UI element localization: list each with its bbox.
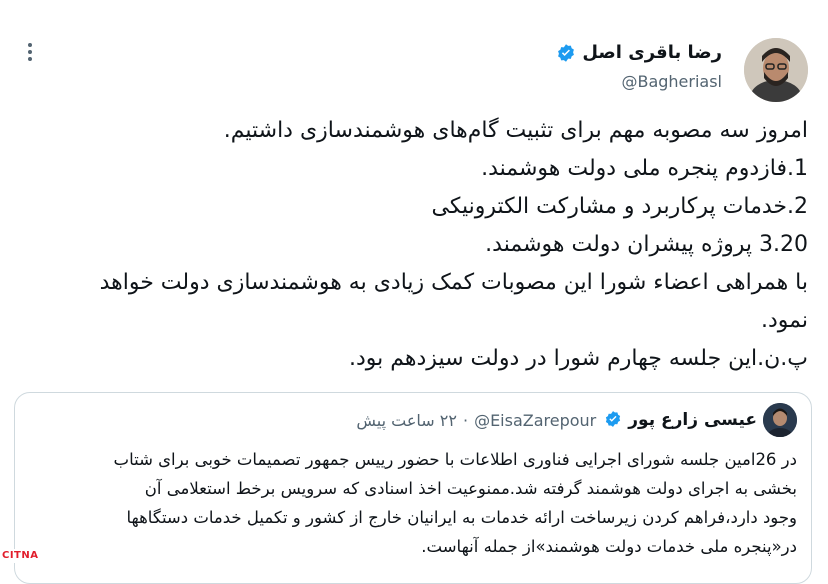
tweet-line: 1.فازدوم پنجره ملی دولت هوشمند. [481,156,808,181]
quoted-author-handle[interactable]: @EisaZarepour [474,411,596,430]
watermark-text: CITNA [2,550,39,561]
quoted-timestamp[interactable]: ۲۲ ساعت پیش [356,411,457,430]
quoted-line: بخشی به اجرای دولت هوشمند گرفته شد.ممنوع… [144,479,797,498]
tweet-line: پ.ن.این جلسه چهارم شورا در دولت سیزدهم ب… [349,346,808,371]
verified-badge-icon [602,410,622,430]
quoted-author-avatar[interactable] [763,403,797,437]
tweet-text: امروز سه مصوبه مهم برای تثبیت گام‌های هو… [8,112,808,378]
author-name-row: رضا باقری اصل [556,42,722,63]
tweet-header: رضا باقری اصل @Bagheriasl [18,38,808,104]
tweet-line: نمود. [761,308,808,333]
quoted-line: وجود دارد،فراهم کردن زیرساخت ارائه خدمات… [126,508,797,527]
watermark-logo: CITNA [0,549,46,563]
author-handle[interactable]: @Bagheriasl [621,72,722,91]
quoted-tweet-header: عیسی زارع پور @EisaZarepour · ۲۲ ساعت پی… [356,403,797,437]
tweet-line: با همراهی اعضاء شورا این مصوبات کمک زیاد… [99,270,808,295]
author-avatar[interactable] [744,38,808,102]
quoted-author-name[interactable]: عیسی زارع پور [628,410,757,430]
more-vertical-icon[interactable] [18,40,42,64]
author-display-name[interactable]: رضا باقری اصل [582,42,722,63]
tweet-line: 3.20 پروژه پیشران دولت هوشمند. [485,232,808,257]
tweet-line: امروز سه مصوبه مهم برای تثبیت گام‌های هو… [223,118,808,143]
quoted-tweet-text: در 26امین جلسه شورای اجرایی فناوری اطلاع… [27,445,797,561]
tweet-line: 2.خدمات پرکاربرد و مشارکت الکترونیکی [431,194,808,219]
verified-badge-icon [556,43,576,63]
quoted-tweet-card[interactable]: عیسی زارع پور @EisaZarepour · ۲۲ ساعت پی… [14,392,812,584]
separator-dot: · [462,410,469,430]
quoted-line: در 26امین جلسه شورای اجرایی فناوری اطلاع… [113,450,797,469]
quoted-line: در«پنجره ملی خدمات دولت هوشمند»از جمله آ… [421,537,797,556]
